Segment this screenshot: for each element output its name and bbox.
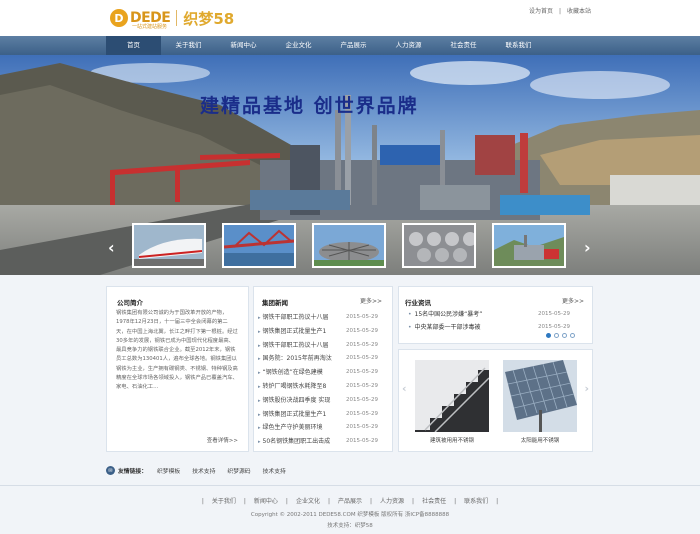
about-title: 公司简介	[117, 299, 143, 307]
header: D DEDE 一站式建站服务 织梦58 设为首页 | 收藏本站	[0, 0, 700, 36]
news-list: 钢铁干部职工热议十八届2015-05-29 钢铁集团正式批量生产12015-05…	[258, 311, 378, 449]
nav-news[interactable]: 新闻中心	[216, 36, 271, 55]
thumb-train[interactable]	[132, 223, 206, 268]
pager-dot[interactable]	[562, 333, 567, 338]
list-item[interactable]: 钢铁干部职工热议十八届2015-05-29	[258, 339, 378, 353]
main-nav: 首页 关于我们 新闻中心 企业文化 产品展示 人力资源 社会责任 联系我们	[0, 36, 700, 55]
industry-more-link[interactable]: 更多>>	[562, 296, 584, 305]
products-panel: ‹ 建筑被用用不锈钢 太阳能用不锈钢 ›	[398, 349, 593, 452]
nav-responsibility[interactable]: 社会责任	[436, 36, 491, 55]
logo-name: 织梦58	[183, 9, 235, 28]
list-item[interactable]: 国务院：2015年前再淘汰2015-05-29	[258, 352, 378, 366]
list-item[interactable]: 钢铁股份决战四季度 实现2015-05-29	[258, 394, 378, 408]
pager-dot[interactable]	[554, 333, 559, 338]
banner-thumbnails	[132, 223, 566, 268]
list-item[interactable]: 绿色生产守护美丽环境2015-05-29	[258, 421, 378, 435]
add-favorite-link[interactable]: 收藏本站	[567, 8, 591, 15]
list-item[interactable]: “钢铁创造”在绿色建模2015-05-29	[258, 366, 378, 380]
product-image-solar[interactable]	[503, 360, 577, 432]
news-more-link[interactable]: 更多>>	[360, 296, 382, 305]
friendly-link[interactable]: 技术支持	[263, 466, 286, 475]
logo[interactable]: D DEDE 一站式建站服务 织梦58	[110, 7, 235, 30]
industry-pager	[546, 333, 575, 338]
about-text: 钢铁集团有限公司诚的为于国改革开放的产物，1978年12月23日，十一届三中全会…	[116, 310, 238, 391]
footer-link[interactable]: 社会责任	[422, 498, 446, 505]
footer-tech-support[interactable]: 技术支持：织梦58	[0, 521, 700, 529]
top-links: 设为首页 | 收藏本站	[526, 6, 594, 15]
product-caption[interactable]: 建筑被用用不锈钢	[415, 436, 489, 444]
friendly-links: ✉ 友情链接： 织梦模板 技术支持 织梦源码 技术支持	[106, 466, 298, 475]
product-image-stairs[interactable]	[415, 360, 489, 432]
logo-divider	[176, 10, 178, 26]
nav-home[interactable]: 首页	[106, 36, 161, 55]
list-item[interactable]: 钢铁集团正式批量生产12015-05-29	[258, 325, 378, 339]
top-links-sep: |	[558, 8, 561, 15]
banner-prev-arrow-icon[interactable]: ‹	[108, 238, 115, 257]
logo-mark: D	[110, 9, 128, 27]
footer-link[interactable]: 关于我们	[212, 498, 236, 505]
about-more-link[interactable]: 查看详情>>	[207, 436, 238, 444]
industry-panel: 行业资讯 更多>> 15名中国公民涉嫌“暴考”2015-05-29 中央某部委一…	[398, 286, 593, 344]
news-title: 集团新闻	[262, 299, 288, 307]
friendly-link[interactable]: 技术支持	[192, 466, 215, 475]
products-next-arrow-icon[interactable]: ›	[584, 382, 589, 395]
pager-dot[interactable]	[570, 333, 575, 338]
set-homepage-link[interactable]: 设为首页	[529, 8, 553, 15]
products-prev-arrow-icon[interactable]: ‹	[402, 382, 407, 395]
banner-next-arrow-icon[interactable]: ›	[584, 238, 591, 257]
list-item[interactable]: 15名中国公民涉嫌“暴考”2015-05-29	[408, 308, 570, 321]
industry-list: 15名中国公民涉嫌“暴考”2015-05-29 中央某部委一干部涉毒被2015-…	[408, 308, 570, 334]
banner-slogan: 建精品基地 创世界品牌	[200, 95, 419, 117]
nav-hr[interactable]: 人力资源	[381, 36, 436, 55]
footer-nav: | 关于我们 | 新闻中心 | 企业文化 | 产品展示 | 人力资源 | 社会责任 | 联系我们 |	[201, 498, 499, 505]
thumb-bridge[interactable]	[222, 223, 296, 268]
thumb-steel-plant[interactable]	[492, 223, 566, 268]
footer-link[interactable]: 联系我们	[464, 498, 488, 505]
list-item[interactable]: 50名钢铁集团职工出击成2015-05-29	[258, 435, 378, 449]
footer: | 关于我们 | 新闻中心 | 企业文化 | 产品展示 | 人力资源 | 社会责任 | 联系我们 | Cop…	[0, 485, 700, 534]
footer-link[interactable]: 新闻中心	[254, 498, 278, 505]
footer-copyright: Copyright © 2002-2011 DEDE58.COM 织梦模板 版权…	[250, 512, 450, 518]
friendly-link[interactable]: 织梦源码	[227, 466, 250, 475]
friendly-link[interactable]: 织梦模板	[157, 466, 180, 475]
footer-link[interactable]: 人力资源	[380, 498, 404, 505]
thumb-steel-coils[interactable]	[402, 223, 476, 268]
friendly-links-title: 友情链接：	[118, 469, 147, 475]
list-item[interactable]: 钢铁集团正式批量生产12015-05-29	[258, 408, 378, 422]
industry-title: 行业资讯	[405, 299, 431, 307]
product-item[interactable]: 太阳能用不锈钢	[503, 360, 577, 444]
nav-contact[interactable]: 联系我们	[491, 36, 546, 55]
logo-sub: 一站式建站服务	[132, 24, 168, 30]
list-item[interactable]: 转炉厂喝钢铁水耗降至82015-05-29	[258, 380, 378, 394]
nav-culture[interactable]: 企业文化	[271, 36, 326, 55]
list-item[interactable]: 钢铁干部职工热议十八届2015-05-29	[258, 311, 378, 325]
hero-banner: 建精品基地 创世界品牌 ‹ ›	[0, 55, 700, 275]
product-item[interactable]: 建筑被用用不锈钢	[415, 360, 489, 444]
footer-link[interactable]: 企业文化	[296, 498, 320, 505]
pager-dot[interactable]	[546, 333, 551, 338]
news-panel: 集团新闻 更多>> 钢铁干部职工热议十八届2015-05-29 钢铁集团正式批量…	[253, 286, 393, 452]
footer-link[interactable]: 产品展示	[338, 498, 362, 505]
link-icon: ✉	[106, 466, 115, 475]
product-caption[interactable]: 太阳能用不锈钢	[503, 436, 577, 444]
thumb-stadium[interactable]	[312, 223, 386, 268]
nav-about[interactable]: 关于我们	[161, 36, 216, 55]
nav-products[interactable]: 产品展示	[326, 36, 381, 55]
about-panel: 公司简介 钢铁集团有限公司诚的为于国改革开放的产物，1978年12月23日，十一…	[106, 286, 249, 452]
